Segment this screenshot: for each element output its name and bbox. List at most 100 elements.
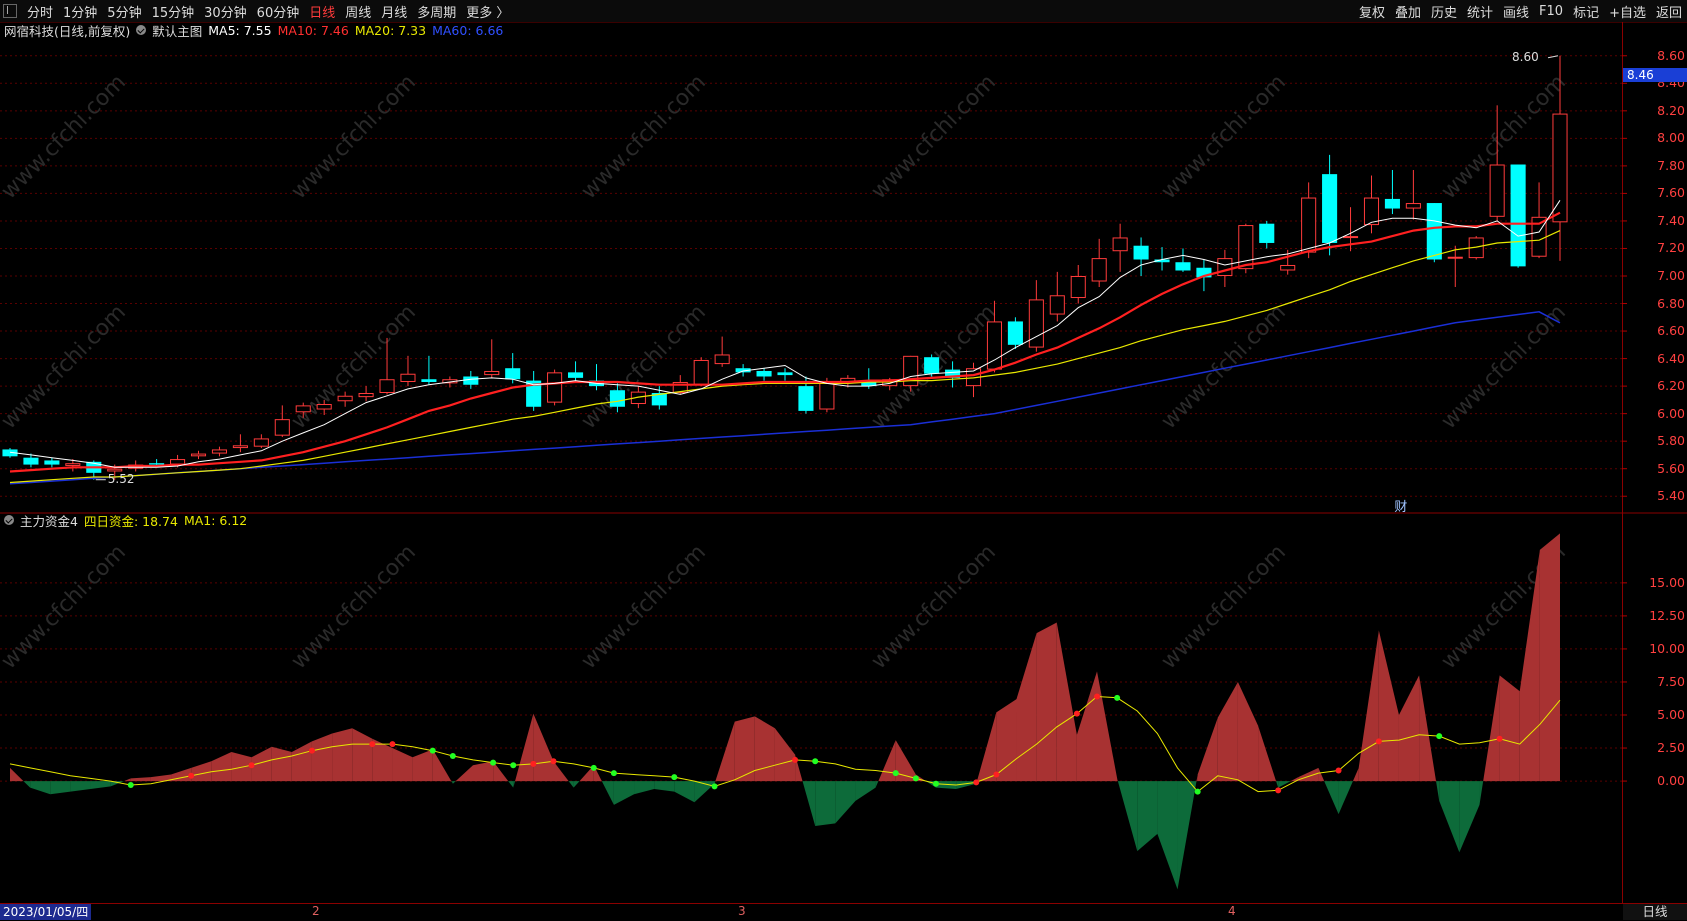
fund-area-segment: [976, 712, 997, 782]
chart-canvas[interactable]: www.cfchi.com www.cfchi.com www.cfchi.com w…: [0, 0, 1687, 921]
candle-body: [1112, 237, 1128, 252]
fund-area-segment: [452, 781, 456, 784]
candle-body: [358, 393, 374, 398]
candle-body: [1343, 236, 1359, 239]
fund-area-segment: [835, 781, 856, 824]
fund-area-segment: [412, 749, 433, 782]
fund-area-segment: [23, 781, 31, 788]
fund-area-segment: [1097, 671, 1118, 782]
fund-area-segment: [533, 713, 554, 782]
watermark-text: www.cfchi.com: [0, 540, 131, 674]
fund-area-segment: [1459, 781, 1480, 853]
watermark-text: www.cfchi.com: [287, 540, 421, 674]
candle-body: [568, 372, 584, 378]
candle-body: [756, 370, 772, 377]
fund-area-segment: [1439, 781, 1460, 853]
fund-area-segment: [1358, 630, 1379, 782]
fund-area-segment: [1318, 767, 1325, 782]
watermark-text: www.cfchi.com: [1157, 540, 1291, 674]
candle-body: [1133, 245, 1149, 260]
fund-area-segment: [10, 767, 24, 782]
fund-area-segment: [1398, 675, 1420, 782]
candle-body: [1322, 174, 1338, 243]
fund-area-segment: [271, 746, 292, 782]
candle-body: [777, 372, 793, 376]
fund-area-segment: [1436, 781, 1440, 801]
candle-body: [1049, 295, 1065, 315]
candle-body: [1426, 203, 1442, 260]
fund-area-segment: [211, 752, 232, 782]
price-tick-label: 7.40: [1657, 212, 1685, 228]
candle-body: [1028, 299, 1044, 348]
fund-area-segment: [1352, 767, 1359, 782]
fund-area-segment: [130, 777, 151, 782]
signal-dot: [711, 783, 718, 790]
fund-area-segment: [70, 781, 91, 792]
fund-area-segment: [50, 781, 71, 795]
signal-dot: [892, 770, 899, 777]
finance-report-marker[interactable]: 财: [1394, 496, 1407, 515]
price-tick-label: 5.80: [1657, 433, 1685, 449]
candle-body: [1217, 258, 1233, 277]
candle-body: [232, 445, 248, 449]
candle-body: [609, 390, 625, 407]
fund-area-segment: [1258, 725, 1277, 782]
candle-body: [714, 354, 730, 365]
price-tick-label: 7.20: [1657, 240, 1685, 256]
fund-area-segment: [372, 738, 393, 782]
fund-tick-label: 15.00: [1649, 574, 1685, 590]
candle-body: [1070, 276, 1086, 299]
fund-area-segment: [455, 765, 473, 782]
high-price-marker: 8.60: [1512, 49, 1539, 64]
fund-area-segment: [878, 740, 896, 782]
fund-area-segment: [715, 721, 735, 782]
candle-body: [1447, 256, 1463, 259]
fund-area-segment: [674, 781, 695, 803]
fund-area-segment: [451, 781, 453, 784]
candle-body: [1489, 164, 1505, 217]
fund-area-segment: [1197, 717, 1218, 782]
fund-area-segment: [311, 733, 333, 782]
candle-body: [1259, 223, 1275, 243]
signal-dot: [127, 782, 134, 789]
candle-body: [379, 379, 395, 393]
last-price-flag: 8.46: [1623, 68, 1687, 83]
fund-area-segment: [1378, 630, 1399, 782]
candle-body: [1091, 258, 1107, 282]
fund-area-segment: [1217, 681, 1238, 782]
fund-area-segment: [1036, 622, 1057, 782]
fund-area-segment: [1177, 781, 1197, 890]
signal-dot: [1073, 710, 1080, 717]
signal-dot: [1275, 787, 1282, 794]
fund-area-segment: [1338, 781, 1353, 815]
watermark-text: www.cfchi.com: [577, 70, 711, 204]
month-tick-label: 4: [1228, 904, 1236, 918]
price-tick-label: 7.80: [1657, 157, 1685, 173]
fund-area-segment: [802, 781, 816, 826]
fund-area-segment: [332, 728, 353, 782]
fund-tick-label: 5.00: [1657, 707, 1685, 722]
period-indicator[interactable]: 日线: [1623, 904, 1687, 920]
high-marker-arrow: [1547, 55, 1559, 59]
fund-area-segment: [1076, 671, 1098, 782]
low-price-marker: 5.52: [107, 471, 135, 486]
candle-body: [547, 372, 563, 403]
signal-dot: [490, 759, 497, 766]
fund-area-segment: [291, 741, 312, 782]
fund-area-segment: [553, 761, 569, 782]
fund-area-segment: [774, 728, 796, 782]
signal-dot: [1496, 735, 1503, 742]
price-tick-label: 8.20: [1657, 102, 1685, 118]
fund-area-segment: [1157, 781, 1178, 890]
candle-body: [1552, 113, 1568, 223]
signal-dot: [429, 747, 436, 754]
fund-tick-label: 2.50: [1657, 740, 1685, 756]
candle-body: [1510, 164, 1526, 267]
signal-dot: [248, 762, 255, 769]
candle-body: [1175, 262, 1191, 271]
candle-body: [170, 459, 186, 465]
fund-area-segment: [815, 781, 836, 826]
fund-area-segment: [1483, 675, 1500, 782]
fund-tick-label: 0.00: [1657, 773, 1685, 789]
price-tick-label: 5.60: [1657, 460, 1685, 476]
